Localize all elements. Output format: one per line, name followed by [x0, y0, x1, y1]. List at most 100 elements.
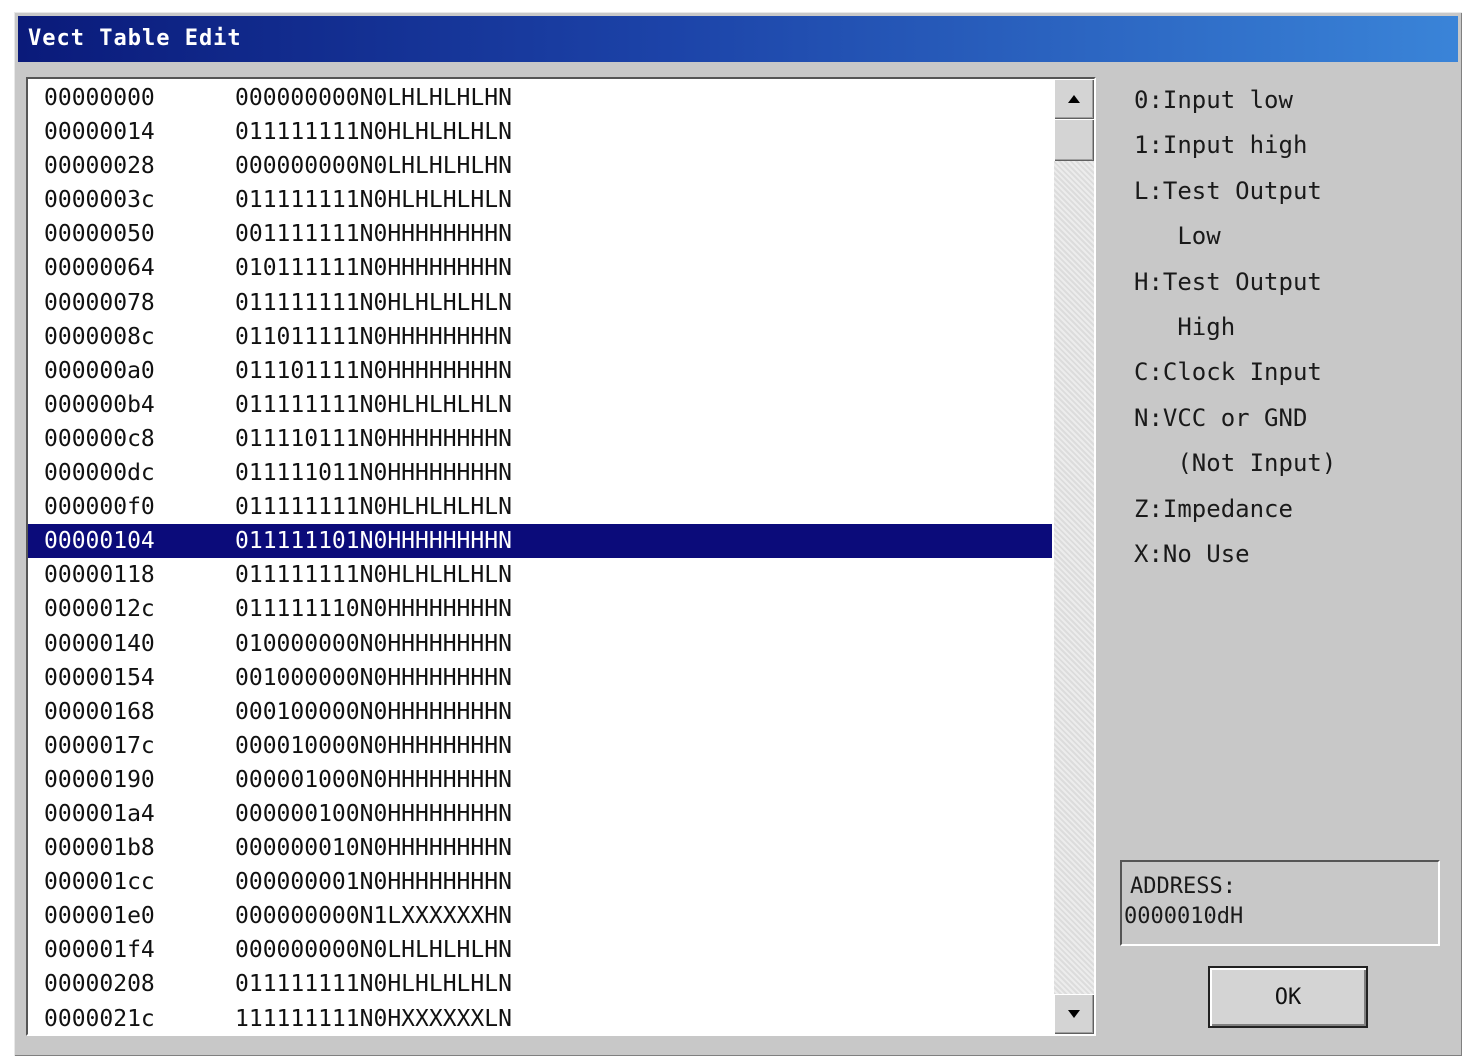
row-address: 0000012c: [44, 596, 155, 623]
legend-item: 1:Input high: [1134, 131, 1308, 160]
table-row[interactable]: 000000b4 011111111N0HLHLHLHLN: [28, 388, 1052, 422]
table-row[interactable]: 000001e0 000000000N1LXXXXXXHN: [28, 899, 1052, 933]
row-address: 00000168: [44, 698, 155, 725]
row-vector: 111111111N0HXXXXXXLN: [235, 1005, 512, 1032]
scroll-up-button[interactable]: [1054, 79, 1094, 119]
ok-button[interactable]: OK: [1208, 966, 1368, 1028]
table-row[interactable]: 00000104 011111101N0HHHHHHHHN: [28, 524, 1052, 559]
row-address: 00000140: [44, 630, 155, 657]
address-label: ADDRESS:: [1130, 874, 1236, 899]
row-address: 00000028: [44, 153, 155, 180]
table-row[interactable]: 00000154 001000000N0HHHHHHHHN: [28, 661, 1052, 695]
row-address: 0000008c: [44, 323, 155, 350]
row-vector: 000000000N0LHLHLHLHN: [235, 937, 512, 964]
row-vector: 000100000N0HHHHHHHHN: [235, 698, 512, 725]
table-row[interactable]: 000001f4 000000000N0LHLHLHLHN: [28, 933, 1052, 967]
row-address: 00000118: [44, 562, 155, 589]
table-row[interactable]: 00000168 000100000N0HHHHHHHHN: [28, 695, 1052, 729]
table-row[interactable]: 0000012c 011111110N0HHHHHHHHN: [28, 592, 1052, 626]
row-address: 0000021c: [44, 1005, 155, 1032]
row-address: 000001cc: [44, 869, 155, 896]
row-address: 000000c8: [44, 425, 155, 452]
row-vector: 000000000N1LXXXXXXHN: [235, 903, 512, 930]
row-address: 00000154: [44, 664, 155, 691]
legend-item: X:No Use: [1134, 539, 1250, 568]
row-vector: 001000000N0HHHHHHHHN: [235, 664, 512, 691]
row-vector: 001111111N0HHHHHHHHN: [235, 221, 512, 248]
row-vector: 011111111N0HLHLHLHLN: [235, 289, 512, 316]
legend-item: (Not Input): [1134, 449, 1337, 478]
row-vector: 000001000N0HHHHHHHHN: [235, 766, 512, 793]
row-address: 0000017c: [44, 732, 155, 759]
table-row[interactable]: 00000028 000000000N0LHLHLHLHN: [28, 149, 1052, 183]
row-vector: 011111111N0HLHLHLHLN: [235, 187, 512, 214]
row-address: 00000104: [44, 528, 155, 555]
legend-panel: 0:Input low 1:Input high L:Test Output Low…: [1134, 78, 1336, 577]
legend-item: Low: [1134, 222, 1221, 251]
table-row[interactable]: 00000140 010000000N0HHHHHHHHN: [28, 627, 1052, 661]
row-vector: 000010000N0HHHHHHHHN: [235, 732, 512, 759]
table-row[interactable]: 00000118 011111111N0HLHLHLHLN: [28, 558, 1052, 592]
row-vector: 011111111N0HLHLHLHLN: [235, 562, 512, 589]
table-row[interactable]: 0000008c 011011111N0HHHHHHHHN: [28, 320, 1052, 354]
table-row[interactable]: 00000014 011111111N0HLHLHLHLN: [28, 115, 1052, 149]
scroll-thumb[interactable]: [1054, 119, 1094, 161]
table-row[interactable]: 000001a4 000000100N0HHHHHHHHN: [28, 797, 1052, 831]
table-row[interactable]: 00000000 000000000N0LHLHLHLHN: [28, 81, 1052, 115]
legend-item: C:Clock Input: [1134, 358, 1322, 387]
legend-item: H:Test Output: [1134, 267, 1322, 296]
row-vector: 000000010N0HHHHHHHHN: [235, 835, 512, 862]
row-vector: 011110111N0HHHHHHHHN: [235, 425, 512, 452]
row-address: 00000014: [44, 119, 155, 146]
address-display: ADDRESS: 0000010dH: [1120, 860, 1440, 946]
table-row[interactable]: 000000a0 011101111N0HHHHHHHHN: [28, 354, 1052, 388]
table-row[interactable]: 000001cc 000000001N0HHHHHHHHN: [28, 865, 1052, 899]
row-address: 000001a4: [44, 800, 155, 827]
table-row[interactable]: 0000003c 011111111N0HLHLHLHLN: [28, 183, 1052, 217]
row-address: 00000078: [44, 289, 155, 316]
table-row[interactable]: 0000021c 111111111N0HXXXXXXLN: [28, 1002, 1052, 1034]
row-vector: 011011111N0HHHHHHHHN: [235, 323, 512, 350]
scroll-down-button[interactable]: [1054, 994, 1094, 1034]
row-vector: 000000000N0LHLHLHLHN: [235, 85, 512, 111]
triangle-down-icon: [1068, 1010, 1080, 1018]
vertical-scrollbar[interactable]: [1054, 79, 1094, 1034]
row-address: 000000dc: [44, 460, 155, 487]
window-title: Vect Table Edit: [28, 26, 242, 51]
row-address: 0000003c: [44, 187, 155, 214]
row-address: 000001f4: [44, 937, 155, 964]
row-vector: 011111111N0HLHLHLHLN: [235, 494, 512, 521]
row-address: 00000000: [44, 85, 155, 111]
vector-table-list[interactable]: 00000000 000000000N0LHLHLHLHN 00000014 0111…: [26, 77, 1096, 1036]
table-row[interactable]: 000000c8 011110111N0HHHHHHHHN: [28, 422, 1052, 456]
row-vector: 000000100N0HHHHHHHHN: [235, 800, 512, 827]
table-row[interactable]: 00000050 001111111N0HHHHHHHHN: [28, 217, 1052, 251]
row-address: 00000050: [44, 221, 155, 248]
row-vector: 011111111N0HLHLHLHLN: [235, 119, 512, 146]
table-row[interactable]: 000001b8 000000010N0HHHHHHHHN: [28, 831, 1052, 865]
row-vector: 011111111N0HLHLHLHLN: [235, 391, 512, 418]
vector-rows: 00000000 000000000N0LHLHLHLHN 00000014 0111…: [28, 81, 1052, 1034]
table-row[interactable]: 0000017c 000010000N0HHHHHHHHN: [28, 729, 1052, 763]
row-address: 00000190: [44, 766, 155, 793]
legend-item: Z:Impedance: [1134, 494, 1293, 523]
table-row[interactable]: 00000078 011111111N0HLHLHLHLN: [28, 286, 1052, 320]
row-address: 000000b4: [44, 391, 155, 418]
row-vector: 011111011N0HHHHHHHHN: [235, 460, 512, 487]
table-row[interactable]: 000000f0 011111111N0HLHLHLHLN: [28, 490, 1052, 524]
row-vector: 011111111N0HLHLHLHLN: [235, 971, 512, 998]
legend-item: High: [1134, 312, 1236, 341]
row-address: 000001b8: [44, 835, 155, 862]
row-address: 00000064: [44, 255, 155, 282]
table-row[interactable]: 000000dc 011111011N0HHHHHHHHN: [28, 456, 1052, 490]
title-bar[interactable]: Vect Table Edit: [18, 16, 1458, 62]
table-row[interactable]: 00000190 000001000N0HHHHHHHHN: [28, 763, 1052, 797]
address-value: 0000010dH: [1124, 904, 1244, 929]
row-vector: 010000000N0HHHHHHHHN: [235, 630, 512, 657]
row-vector: 011111101N0HHHHHHHHN: [235, 528, 512, 555]
triangle-up-icon: [1068, 95, 1080, 103]
table-row[interactable]: 00000208 011111111N0HLHLHLHLN: [28, 967, 1052, 1001]
table-row[interactable]: 00000064 010111111N0HHHHHHHHN: [28, 251, 1052, 285]
row-address: 00000208: [44, 971, 155, 998]
row-address: 000000f0: [44, 494, 155, 521]
